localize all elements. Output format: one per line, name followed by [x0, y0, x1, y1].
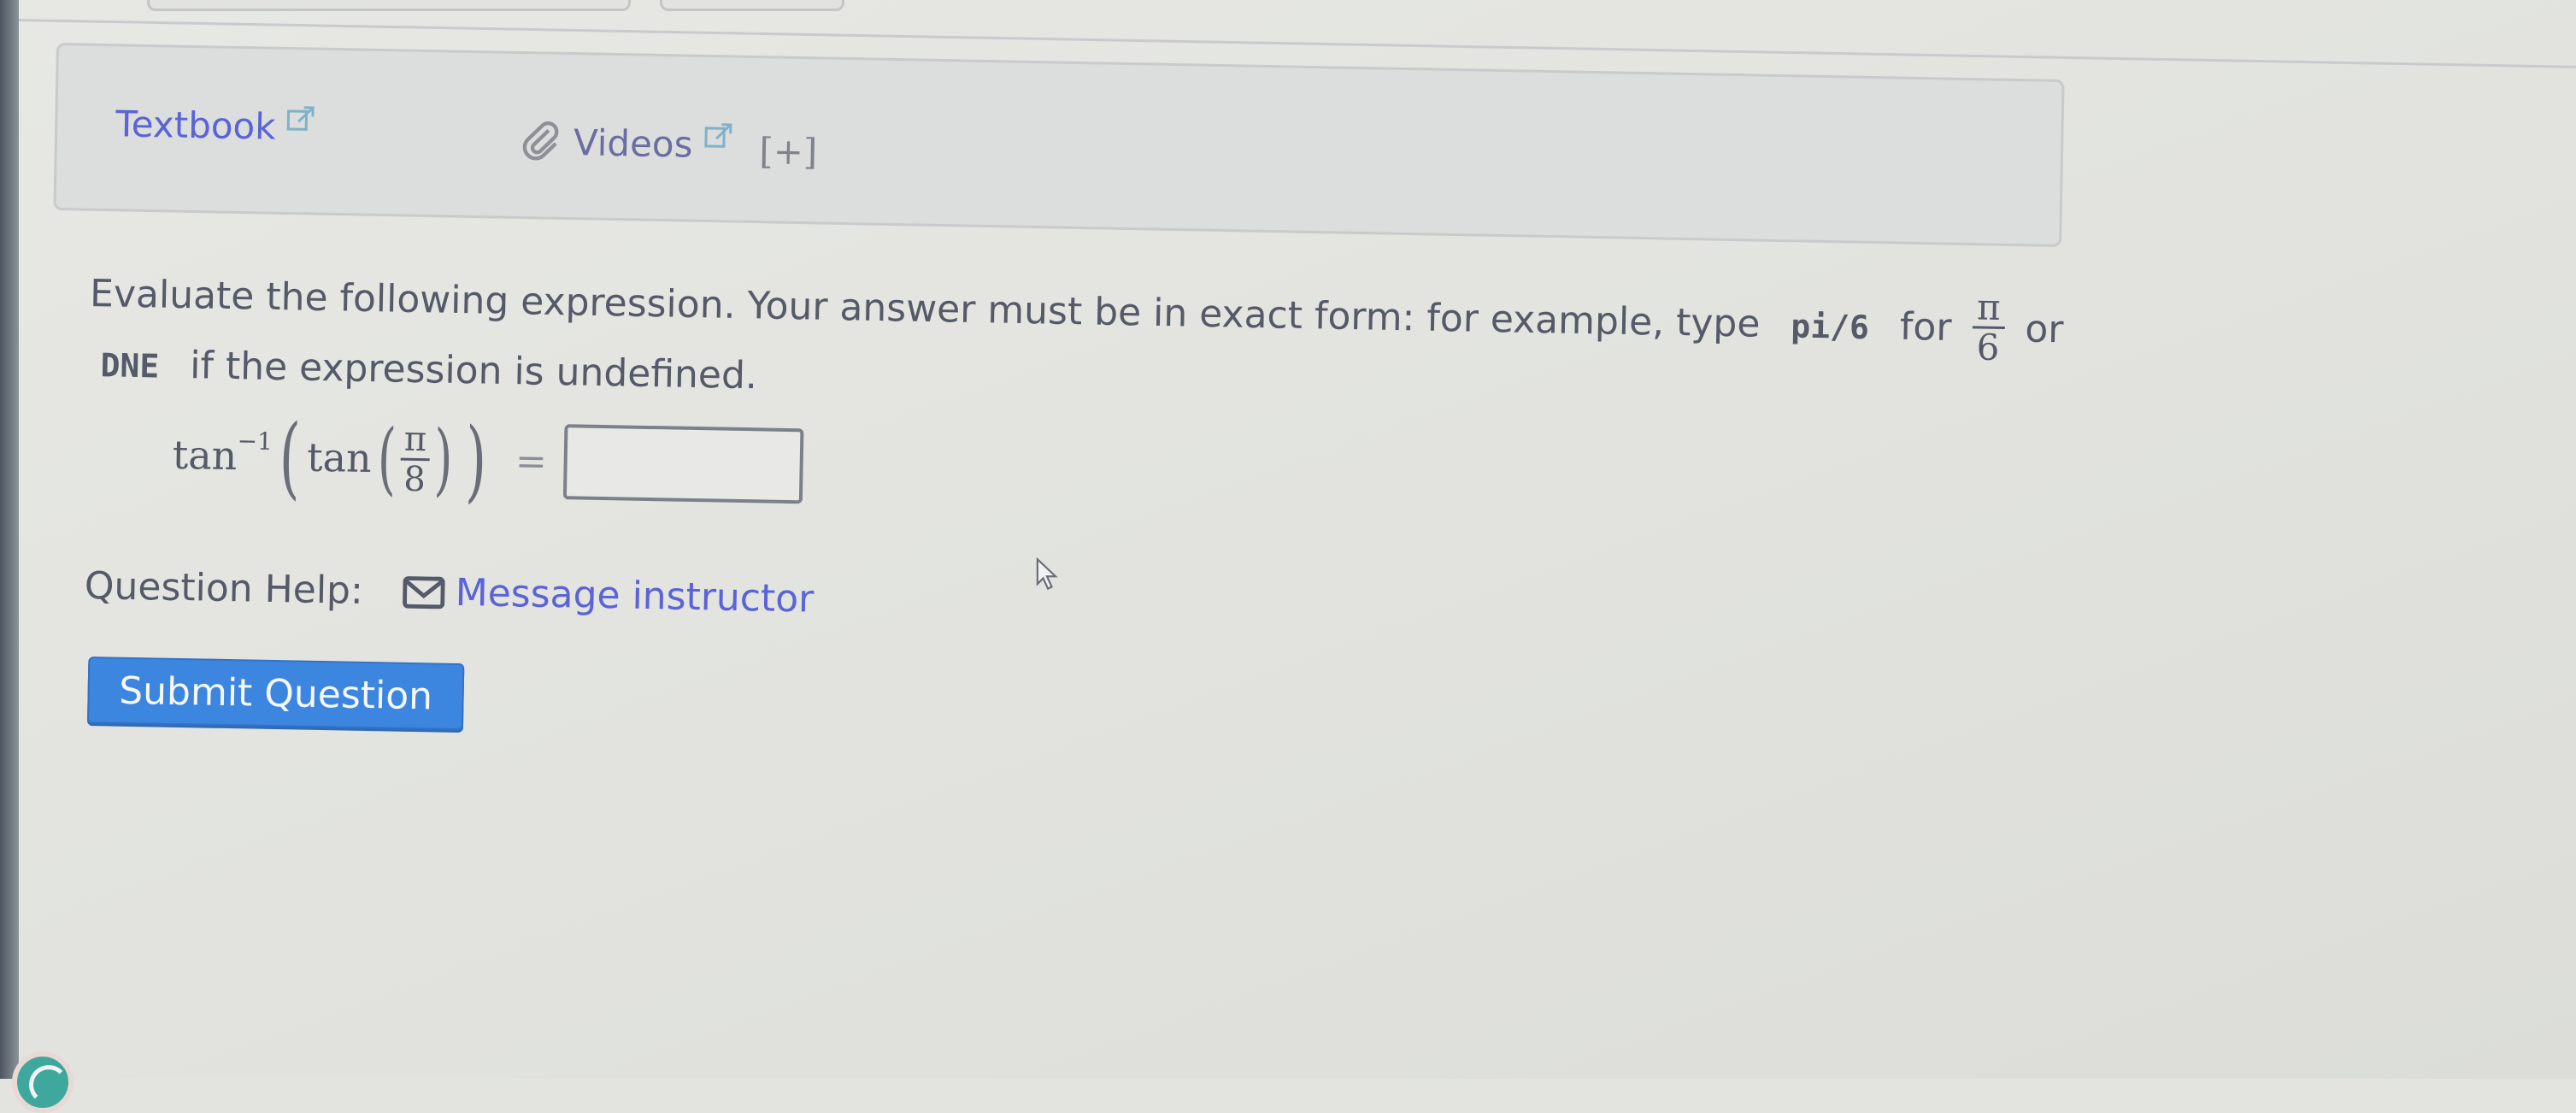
inverse-exponent: −1 — [237, 426, 273, 456]
resources-panel: Textbook Videos [+] — [53, 43, 2065, 248]
question-help: Question Help: Message instructor — [84, 564, 814, 621]
videos-label: Videos — [573, 121, 693, 166]
external-link-icon — [287, 105, 315, 131]
fraction-denominator: 6 — [1976, 325, 2000, 368]
videos-link[interactable]: Videos [+] — [519, 119, 818, 173]
help-widget-icon[interactable] — [12, 1051, 74, 1113]
instruction-text: for — [1899, 304, 1952, 350]
top-tab-right[interactable] — [660, 0, 844, 11]
message-instructor-link[interactable]: Message instructor — [402, 570, 815, 621]
open-paren: ( — [278, 404, 302, 509]
fraction-numerator: π — [403, 419, 427, 459]
inner-function: tan — [306, 433, 373, 482]
close-paren: ) — [432, 413, 454, 505]
close-paren: ) — [464, 408, 488, 513]
expand-videos-button[interactable]: [+] — [759, 130, 818, 173]
submit-question-button[interactable]: Submit Question — [86, 657, 465, 731]
instruction-text: if the expression is undefined. — [189, 343, 758, 398]
question-page: Textbook Videos [+] Evaluate the followi… — [12, 0, 2576, 1113]
dne-code: DNE — [100, 345, 160, 385]
message-instructor-label: Message instructor — [455, 570, 815, 621]
fraction-denominator: 8 — [403, 459, 426, 499]
answer-input[interactable] — [563, 424, 804, 504]
math-expression: tan −1 ( tan ( π 8 ) ) = — [172, 404, 804, 513]
open-paren: ( — [376, 412, 397, 504]
example-fraction: π 6 — [1972, 285, 2006, 368]
external-link-icon — [703, 123, 732, 148]
instruction-text: or — [2024, 307, 2064, 352]
top-tab-left[interactable] — [147, 0, 631, 11]
fraction-numerator: π — [1976, 285, 2002, 328]
textbook-link[interactable]: Textbook — [115, 103, 317, 148]
paperclip-icon — [522, 121, 559, 161]
mouse-cursor-icon — [1036, 557, 1058, 591]
question-body: Evaluate the following expression. Your … — [84, 256, 2142, 731]
outer-function: tan — [172, 431, 238, 480]
textbook-label: Textbook — [115, 103, 277, 148]
angle-fraction: π 8 — [400, 419, 431, 499]
mail-icon — [403, 575, 445, 609]
example-code: pi/6 — [1791, 307, 1870, 347]
equals-sign: = — [515, 439, 548, 484]
screen-bezel — [0, 0, 19, 1079]
question-help-label: Question Help: — [84, 563, 364, 613]
